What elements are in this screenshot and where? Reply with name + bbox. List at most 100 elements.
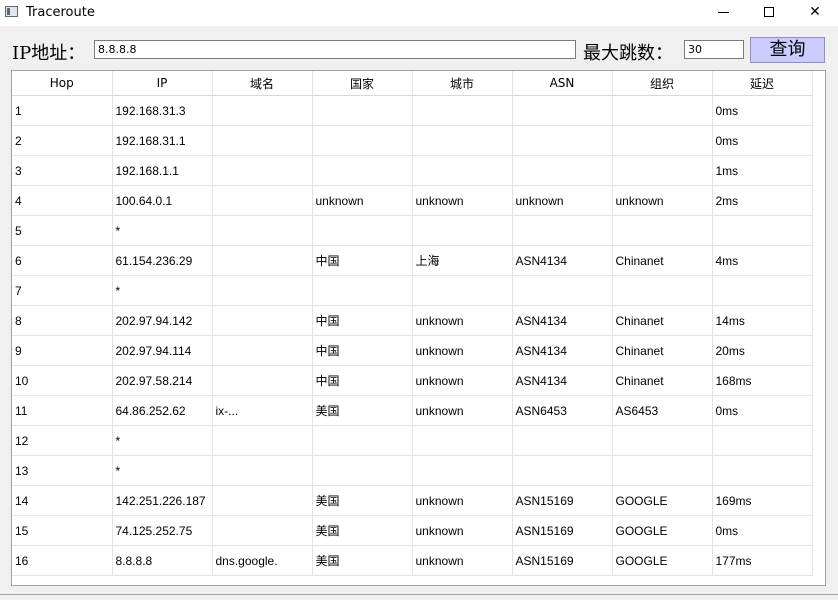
column-header-asn[interactable]: ASN (512, 71, 613, 96)
cell-domain (212, 425, 313, 456)
app-window-icon (5, 6, 18, 17)
cell-asn (512, 215, 613, 246)
cell-latency: 14ms (712, 305, 813, 336)
cell-country: 美国 (312, 485, 413, 516)
cell-ip: 192.168.1.1 (112, 155, 213, 186)
results-table-container[interactable]: Hop IP 域名 国家 城市 ASN 组织 延迟 1 192.168.31.3 0… (11, 70, 826, 586)
cell-ip: * (112, 215, 213, 246)
cell-latency (712, 215, 813, 246)
query-button[interactable]: 查询 (750, 37, 825, 63)
column-header-ip[interactable]: IP (112, 71, 213, 96)
minimize-icon (718, 12, 729, 13)
cell-latency: 168ms (712, 365, 813, 396)
table-row[interactable]: 1 192.168.31.3 0ms (12, 95, 813, 126)
cell-ip: 202.97.94.114 (112, 335, 213, 366)
cell-org: Chinanet (612, 245, 713, 276)
cell-domain (212, 245, 313, 276)
cell-ip: 192.168.31.3 (112, 95, 213, 126)
table-row[interactable]: 3 192.168.1.1 1ms (12, 155, 813, 186)
window-bottom-border (0, 594, 838, 595)
cell-city: unknown (412, 545, 513, 576)
column-header-org[interactable]: 组织 (612, 71, 713, 96)
cell-country: 中国 (312, 335, 413, 366)
cell-org (612, 425, 713, 456)
ip-address-input[interactable] (94, 40, 576, 59)
table-body: 1 192.168.31.3 0ms 2 192.168.31.1 0ms 3 192.168… (12, 95, 813, 576)
cell-hop: 4 (12, 185, 113, 216)
maximize-button[interactable] (746, 0, 792, 26)
ip-address-label: IP地址： (12, 43, 86, 64)
close-button[interactable]: ✕ (792, 0, 838, 26)
table-row[interactable]: 4 100.64.0.1 unknown unknown unknown unknown 2… (12, 185, 813, 216)
cell-city: unknown (412, 305, 513, 336)
cell-ip: 100.64.0.1 (112, 185, 213, 216)
cell-hop: 12 (12, 425, 113, 456)
cell-domain (212, 305, 313, 336)
cell-ip: 61.154.236.29 (112, 245, 213, 276)
cell-domain (212, 335, 313, 366)
table-row[interactable]: 16 8.8.8.8 dns.google. 美国 unknown ASN15169 GOO… (12, 545, 813, 576)
cell-ip: 202.97.94.142 (112, 305, 213, 336)
cell-latency: 0ms (712, 95, 813, 126)
title-bar: Traceroute ✕ (0, 0, 838, 26)
column-header-latency[interactable]: 延迟 (712, 71, 813, 96)
cell-country (312, 95, 413, 126)
column-header-country[interactable]: 国家 (312, 71, 413, 96)
cell-city: unknown (412, 185, 513, 216)
results-table: Hop IP 域名 国家 城市 ASN 组织 延迟 1 192.168.31.3 0… (12, 71, 813, 576)
cell-domain (212, 515, 313, 546)
cell-latency: 177ms (712, 545, 813, 576)
cell-country: 中国 (312, 245, 413, 276)
cell-domain (212, 365, 313, 396)
cell-org: AS6453 (612, 395, 713, 426)
cell-org: Chinanet (612, 335, 713, 366)
cell-ip: 142.251.226.187 (112, 485, 213, 516)
table-row[interactable]: 9 202.97.94.114 中国 unknown ASN4134 Chinanet 20… (12, 335, 813, 366)
cell-domain (212, 155, 313, 186)
cell-city (412, 155, 513, 186)
cell-country: unknown (312, 185, 413, 216)
table-row[interactable]: 11 64.86.252.62 ix-... 美国 unknown ASN6453 AS64… (12, 395, 813, 426)
cell-latency: 0ms (712, 515, 813, 546)
table-row[interactable]: 2 192.168.31.1 0ms (12, 125, 813, 156)
close-icon: ✕ (809, 4, 821, 20)
max-hops-input[interactable] (684, 40, 744, 59)
table-row[interactable]: 12 * (12, 425, 813, 456)
table-row[interactable]: 8 202.97.94.142 中国 unknown ASN4134 Chinanet 14… (12, 305, 813, 336)
cell-ip: * (112, 275, 213, 306)
cell-city: unknown (412, 395, 513, 426)
table-row[interactable]: 15 74.125.252.75 美国 unknown ASN15169 GOOGLE 0m… (12, 515, 813, 546)
column-header-city[interactable]: 城市 (412, 71, 513, 96)
table-row[interactable]: 13 * (12, 455, 813, 486)
cell-org (612, 95, 713, 126)
table-row[interactable]: 6 61.154.236.29 中国 上海 ASN4134 Chinanet 4ms (12, 245, 813, 276)
cell-hop: 2 (12, 125, 113, 156)
column-header-domain[interactable]: 域名 (212, 71, 313, 96)
cell-latency: 0ms (712, 125, 813, 156)
column-header-hop[interactable]: Hop (12, 71, 113, 96)
cell-country: 美国 (312, 515, 413, 546)
cell-asn (512, 95, 613, 126)
cell-country: 美国 (312, 395, 413, 426)
cell-hop: 3 (12, 155, 113, 186)
cell-latency: 169ms (712, 485, 813, 516)
table-row[interactable]: 7 * (12, 275, 813, 306)
table-row[interactable]: 5 * (12, 215, 813, 246)
cell-latency: 2ms (712, 185, 813, 216)
cell-hop: 14 (12, 485, 113, 516)
table-row[interactable]: 10 202.97.58.214 中国 unknown ASN4134 Chinanet 1… (12, 365, 813, 396)
cell-asn: ASN6453 (512, 395, 613, 426)
cell-asn (512, 455, 613, 486)
cell-latency: 1ms (712, 155, 813, 186)
minimize-button[interactable] (700, 0, 746, 26)
cell-domain (212, 95, 313, 126)
cell-hop: 16 (12, 545, 113, 576)
cell-asn: ASN15169 (512, 515, 613, 546)
cell-asn (512, 155, 613, 186)
table-row[interactable]: 14 142.251.226.187 美国 unknown ASN15169 GOOGLE… (12, 485, 813, 516)
cell-ip: * (112, 425, 213, 456)
cell-hop: 5 (12, 215, 113, 246)
cell-asn: ASN4134 (512, 335, 613, 366)
cell-asn: ASN4134 (512, 305, 613, 336)
cell-asn (512, 425, 613, 456)
